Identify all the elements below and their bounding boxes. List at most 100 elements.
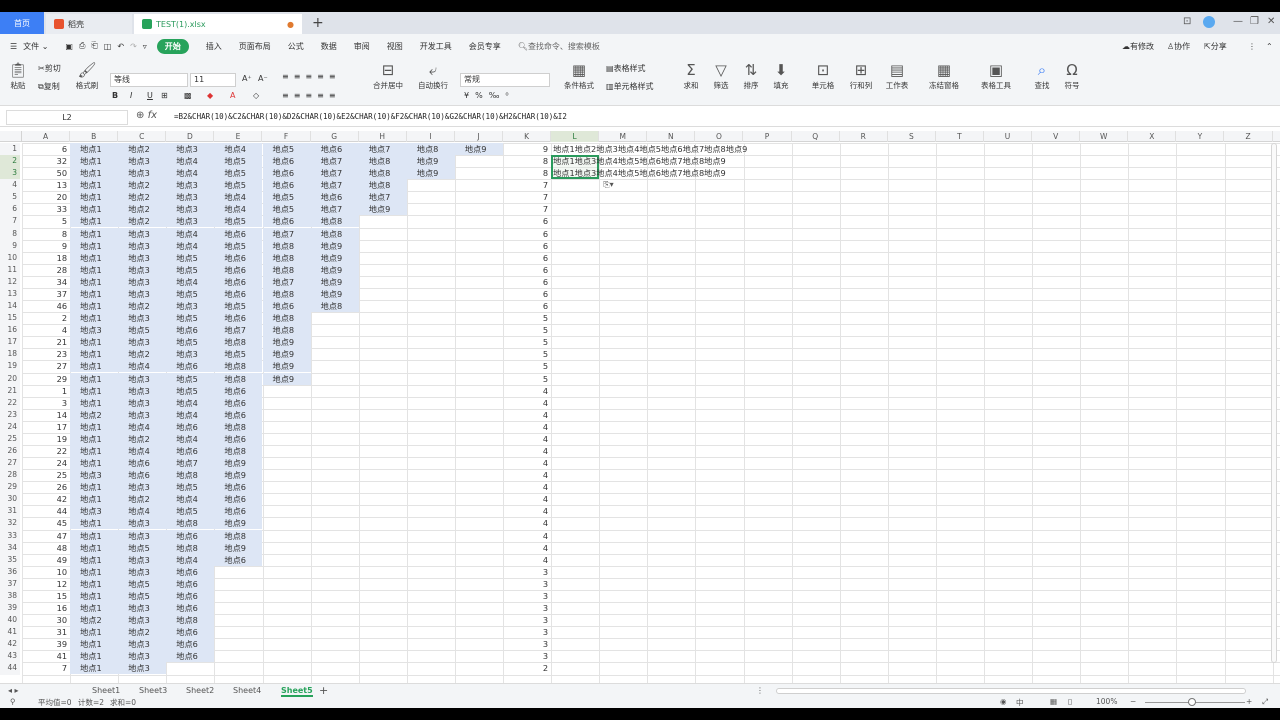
cell-f8[interactable]: 地点7 [262,227,311,240]
cell-f16[interactable]: 地点8 [262,324,311,337]
cell-a6[interactable]: 33 [22,203,70,215]
cell-c11[interactable]: 地点3 [118,263,167,276]
cell-f7[interactable]: 地点6 [262,215,311,228]
cell-a24[interactable]: 17 [22,421,70,433]
column-header-e[interactable]: E [214,131,263,142]
cell-b13[interactable]: 地点1 [70,287,119,300]
cell-d35[interactable]: 地点4 [166,553,215,566]
row-header[interactable]: 11 [0,263,20,276]
column-header-q[interactable]: Q [792,131,840,142]
column-header-h[interactable]: H [359,131,407,142]
cell-f17[interactable]: 地点9 [262,336,311,349]
cell-a5[interactable]: 20 [22,191,70,203]
cell-a19[interactable]: 27 [22,360,70,372]
cell-c40[interactable]: 地点3 [118,614,167,627]
cell-k32[interactable]: 4 [503,517,551,529]
row-header[interactable]: 32 [0,517,20,530]
cell-k1[interactable]: 9 [503,143,551,155]
cell-k36[interactable]: 3 [503,566,551,578]
cell-b6[interactable]: 地点1 [70,203,119,216]
cell-j1[interactable]: 地点9 [454,143,503,155]
cell-b27[interactable]: 地点1 [70,457,119,470]
cell-b35[interactable]: 地点1 [70,553,119,566]
column-header-w[interactable]: W [1080,131,1129,142]
cell-c37[interactable]: 地点5 [118,577,167,590]
cell-b23[interactable]: 地点2 [70,408,119,421]
fx-button[interactable]: ⊕ fx [136,110,157,121]
cell-d11[interactable]: 地点5 [166,263,215,276]
cell-c36[interactable]: 地点3 [118,565,167,578]
cell-b2[interactable]: 地点1 [70,155,119,168]
cell-d28[interactable]: 地点8 [166,469,215,482]
cell-e20[interactable]: 地点8 [214,372,263,385]
cell-d24[interactable]: 地点6 [166,420,215,433]
menu-member[interactable]: 会员专享 [469,41,501,52]
cell-e10[interactable]: 地点6 [214,251,263,264]
horizontal-scrollbar[interactable] [776,688,1246,694]
cell-f4[interactable]: 地点6 [262,179,311,192]
export-pdf-icon[interactable]: ⎙ [79,41,85,51]
cell-b14[interactable]: 地点1 [70,300,119,313]
cell-k34[interactable]: 4 [503,542,551,554]
cell-a13[interactable]: 37 [22,288,70,300]
cell-a28[interactable]: 25 [22,469,70,481]
cell-f3[interactable]: 地点6 [262,167,311,180]
cell-g9[interactable]: 地点9 [310,239,359,252]
cell-b37[interactable]: 地点1 [70,577,119,590]
cell-b30[interactable]: 地点1 [70,493,119,506]
fill-color-icon[interactable]: ▩ [184,91,192,100]
column-header-d[interactable]: D [166,131,215,142]
sheet-nav-icon[interactable]: ◂ ▸ [8,686,19,695]
row-header[interactable]: 41 [0,626,20,639]
cell-d42[interactable]: 地点6 [166,638,215,651]
fill-bucket-icon[interactable]: ◆ [207,91,213,100]
cell-b17[interactable]: 地点1 [70,336,119,349]
cell-a34[interactable]: 48 [22,542,70,554]
cell-c20[interactable]: 地点3 [118,372,167,385]
collaborate-button[interactable]: ♙协作 [1167,41,1190,52]
cell-f12[interactable]: 地点7 [262,275,311,288]
cell-f11[interactable]: 地点8 [262,263,311,276]
column-header-k[interactable]: K [503,131,552,142]
sheet-list-icon[interactable]: ⋮ [756,686,764,695]
font-size-select[interactable]: 11 [190,73,236,87]
cell-f13[interactable]: 地点8 [262,287,311,300]
cell-b5[interactable]: 地点1 [70,191,119,204]
cell-b15[interactable]: 地点1 [70,312,119,325]
cell-b28[interactable]: 地点3 [70,469,119,482]
cut-button[interactable]: ✂剪切 [38,63,61,74]
bold-button[interactable]: B [112,91,118,100]
cell-g6[interactable]: 地点7 [310,203,359,216]
cell-k25[interactable]: 4 [503,433,551,445]
cell-e3[interactable]: 地点5 [214,167,263,180]
cell-a3[interactable]: 50 [22,167,70,179]
cell-c32[interactable]: 地点3 [118,517,167,530]
cell-k18[interactable]: 5 [503,348,551,360]
zoom-slider-thumb[interactable] [1188,698,1196,706]
cell-a18[interactable]: 23 [22,348,70,360]
cell-c25[interactable]: 地点2 [118,432,167,445]
cell-d20[interactable]: 地点5 [166,372,215,385]
cell-h2[interactable]: 地点8 [358,155,407,168]
cell-d30[interactable]: 地点4 [166,493,215,506]
cell-c26[interactable]: 地点4 [118,445,167,457]
italic-button[interactable]: I [130,91,132,100]
cell-e28[interactable]: 地点9 [214,469,263,482]
number-format-select[interactable]: 常规 [460,73,550,87]
cell-g2[interactable]: 地点7 [310,155,359,168]
sort-button[interactable]: ⇅ 排序 [738,60,764,91]
cell-e8[interactable]: 地点6 [214,227,263,240]
column-header-u[interactable]: U [984,131,1033,142]
row-header[interactable]: 5 [0,191,20,204]
cell-b38[interactable]: 地点1 [70,589,119,602]
cell-e32[interactable]: 地点9 [214,517,263,530]
column-header-g[interactable]: G [311,131,359,142]
cell-d3[interactable]: 地点4 [166,167,215,180]
cell-k3[interactable]: 8 [503,167,551,179]
cell-b34[interactable]: 地点1 [70,541,119,554]
cell-d34[interactable]: 地点8 [166,541,215,554]
cell-b43[interactable]: 地点1 [70,650,119,663]
column-header-t[interactable]: T [936,131,984,142]
menu-data[interactable]: 数据 [321,41,337,52]
cell-d18[interactable]: 地点3 [166,348,215,361]
